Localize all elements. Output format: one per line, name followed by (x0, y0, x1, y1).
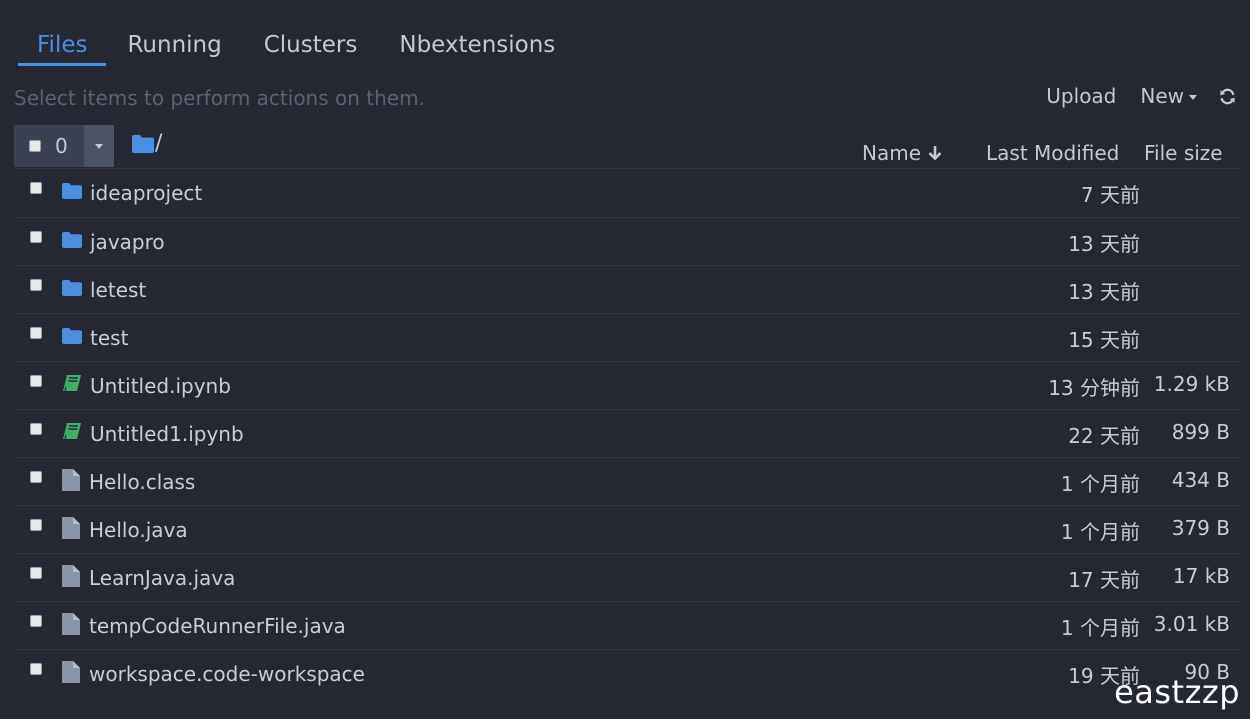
item-name-link[interactable]: ideaproject (90, 181, 202, 205)
item-checkbox[interactable] (30, 519, 42, 531)
sort-by-file-size-button[interactable]: File size (1144, 141, 1223, 165)
item-last-modified: 13 分钟前 (1048, 376, 1140, 400)
list-item[interactable]: workspace.code-workspace 19 天前 90 B (14, 649, 1240, 697)
item-name-link[interactable]: tempCodeRunnerFile.java (89, 614, 346, 638)
item-name-link[interactable]: Untitled.ipynb (90, 374, 231, 398)
selected-count: 0 (55, 134, 68, 158)
item-name-link[interactable]: workspace.code-workspace (89, 662, 365, 686)
item-file-size: 434 B (1171, 468, 1230, 492)
item-checkbox[interactable] (30, 567, 42, 579)
breadcrumb[interactable]: / (132, 131, 162, 156)
list-item[interactable]: Hello.class 1 个月前 434 B (14, 457, 1240, 505)
item-last-modified: 13 天前 (1068, 280, 1140, 304)
item-file-size: 379 B (1171, 516, 1230, 540)
new-dropdown-button[interactable]: New (1140, 84, 1197, 108)
item-last-modified: 13 天前 (1068, 232, 1140, 256)
list-item[interactable]: LearnJava.java 17 天前 17 kB (14, 553, 1240, 601)
folder-icon (62, 232, 82, 252)
item-last-modified: 1 个月前 (1060, 472, 1140, 496)
item-last-modified: 1 个月前 (1060, 616, 1140, 640)
refresh-icon[interactable] (1219, 88, 1236, 105)
file-icon (62, 517, 80, 543)
item-name-link[interactable]: Hello.class (89, 470, 195, 494)
item-last-modified: 15 天前 (1068, 328, 1140, 352)
item-last-modified: 22 天前 (1068, 424, 1140, 448)
list-item[interactable]: javapro 13 天前 (14, 217, 1240, 265)
tab-bar: Files Running Clusters Nbextensions (18, 28, 576, 68)
file-icon (62, 661, 80, 687)
list-item[interactable]: letest 13 天前 (14, 265, 1240, 313)
item-checkbox[interactable] (30, 327, 42, 339)
item-checkbox[interactable] (30, 182, 42, 194)
chevron-down-icon (95, 143, 103, 149)
sort-by-last-modified-button[interactable]: Last Modified (986, 141, 1119, 165)
item-name-link[interactable]: letest (90, 278, 146, 302)
list-item[interactable]: ideaproject 7 天前 (14, 168, 1240, 217)
list-item[interactable]: Hello.java 1 个月前 379 B (14, 505, 1240, 553)
tab-nbextensions[interactable]: Nbextensions (378, 28, 576, 66)
folder-icon (62, 328, 82, 348)
select-all-checkbox[interactable] (29, 140, 41, 152)
watermark: eastzzp (1114, 673, 1240, 711)
item-name-link[interactable]: test (90, 326, 128, 350)
tab-clusters[interactable]: Clusters (243, 28, 379, 66)
selection-hint: Select items to perform actions on them. (14, 86, 425, 110)
arrow-down-icon (928, 146, 942, 161)
file-browser: Files Running Clusters Nbextensions Sele… (0, 0, 1250, 719)
tab-running[interactable]: Running (106, 28, 242, 66)
list-item[interactable]: tempCodeRunnerFile.java 1 个月前 3.01 kB (14, 601, 1240, 649)
select-all-button[interactable]: 0 (14, 125, 84, 167)
upload-button[interactable]: Upload (1046, 84, 1116, 108)
sort-by-name-button[interactable]: Name (862, 141, 943, 165)
file-icon (62, 469, 80, 495)
action-bar: Upload New (1046, 84, 1236, 108)
new-label: New (1140, 84, 1184, 108)
list-item[interactable]: test 15 天前 (14, 313, 1240, 361)
select-menu-button[interactable] (84, 125, 114, 167)
item-last-modified: 1 个月前 (1060, 520, 1140, 544)
list-item[interactable]: Untitled1.ipynb 22 天前 899 B (14, 409, 1240, 457)
chevron-down-icon (1189, 94, 1197, 100)
list-item[interactable]: Untitled.ipynb 13 分钟前 1.29 kB (14, 361, 1240, 409)
breadcrumb-path: / (155, 131, 163, 156)
folder-icon (62, 183, 82, 203)
file-icon (62, 565, 80, 591)
name-column-label: Name (862, 141, 922, 165)
notebook-icon (62, 422, 82, 444)
item-name-link[interactable]: javapro (90, 230, 165, 254)
item-last-modified: 17 天前 (1068, 568, 1140, 592)
tab-files[interactable]: Files (18, 28, 107, 66)
item-name-link[interactable]: Untitled1.ipynb (90, 422, 244, 446)
item-checkbox[interactable] (30, 375, 42, 387)
item-name-link[interactable]: Hello.java (89, 518, 188, 542)
item-checkbox[interactable] (30, 471, 42, 483)
file-icon (62, 613, 80, 639)
item-checkbox[interactable] (30, 231, 42, 243)
item-file-size: 899 B (1171, 420, 1230, 444)
item-file-size: 1.29 kB (1153, 372, 1230, 396)
notebook-icon (62, 374, 82, 396)
folder-icon (132, 134, 154, 153)
item-checkbox[interactable] (30, 663, 42, 675)
item-name-link[interactable]: LearnJava.java (89, 566, 235, 590)
item-checkbox[interactable] (30, 279, 42, 291)
folder-icon (62, 280, 82, 300)
item-last-modified: 7 天前 (1080, 183, 1140, 207)
file-list: ideaproject 7 天前 javapro 13 天前 letest 13 天前 te… (14, 168, 1240, 697)
item-file-size: 3.01 kB (1153, 612, 1230, 636)
item-file-size: 17 kB (1172, 564, 1230, 588)
item-checkbox[interactable] (30, 423, 42, 435)
item-checkbox[interactable] (30, 615, 42, 627)
